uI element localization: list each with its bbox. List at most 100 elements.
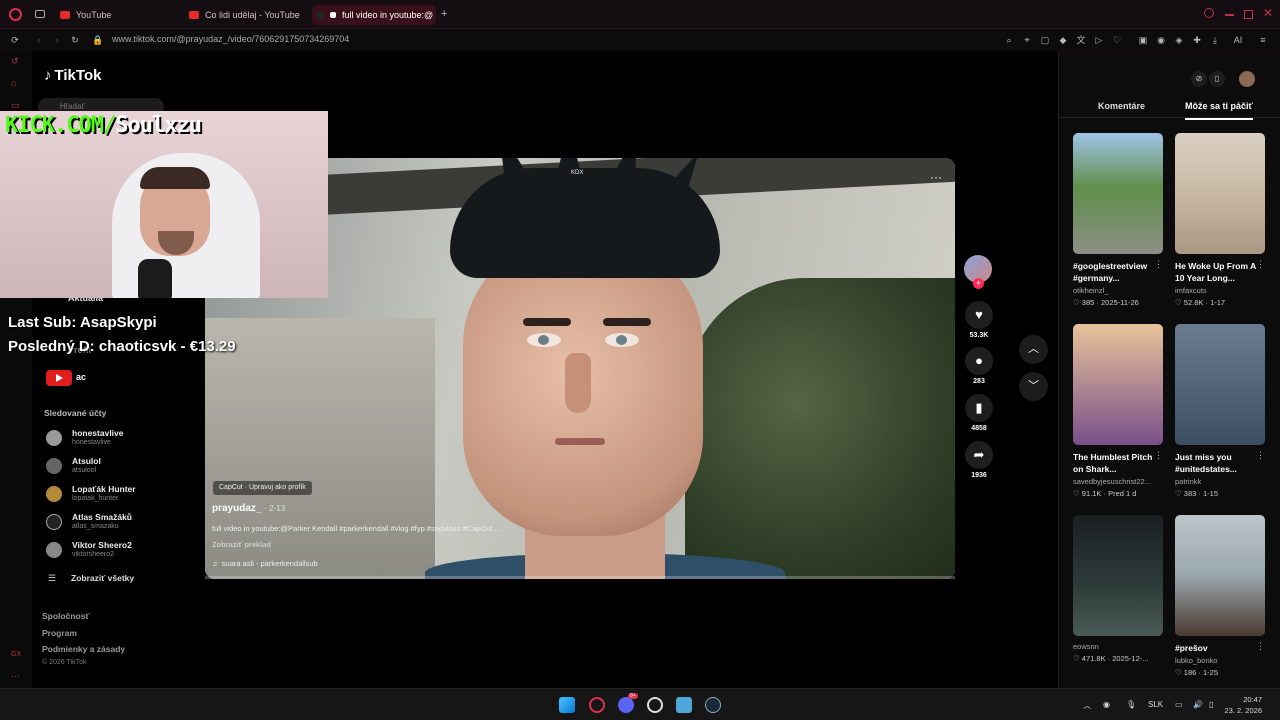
next-video-button[interactable]: ﹀ — [1019, 372, 1048, 401]
card-more-icon[interactable]: ⋮ — [1154, 450, 1163, 461]
tab-co-lidi-udelaj[interactable]: Co lidi udělaj - YouTube — [185, 5, 307, 25]
youtube-icon — [46, 370, 72, 386]
extension-icon[interactable]: ▣ — [1138, 35, 1148, 45]
ai-icon[interactable]: AI — [1228, 35, 1248, 45]
video-more-button[interactable]: ··· — [930, 170, 942, 184]
close-window-button[interactable]: ✕ — [1263, 6, 1273, 20]
right-panel: ⊘ ▯ Komentáre Môže sa ti páčiť #googlest… — [1058, 51, 1280, 688]
chrome-icon[interactable] — [647, 697, 663, 713]
show-all-button[interactable]: Zobraziť všetky — [71, 573, 134, 583]
capcut-badge[interactable]: CapCut · Upravuj ako profík — [213, 481, 312, 495]
zoom-icon[interactable]: ⌕ — [1004, 35, 1014, 45]
opera-gx-icon[interactable] — [589, 697, 605, 713]
sound-link[interactable]: ♫ suara asli - parkerkendallsub — [212, 559, 318, 568]
tab-youtube[interactable]: YouTube — [56, 5, 181, 25]
video-brow — [603, 318, 651, 326]
avatar — [46, 486, 62, 502]
music-note-icon: ♫ — [212, 559, 218, 568]
windows-taskbar: 9+ ︿ ◉ 🎙 SLK ▭ 🔊 ▯ 20:47 23. 2. 2026 — [0, 688, 1280, 720]
following-item[interactable]: Atsulol atsulool — [44, 456, 194, 478]
copyright: © 2026 TikTok — [42, 659, 87, 666]
forward-icon[interactable]: › — [52, 35, 62, 45]
share-button[interactable]: ➦ 1936 — [964, 441, 994, 479]
shield-icon[interactable]: ◆ — [1058, 35, 1068, 45]
tab-overview-icon[interactable] — [35, 10, 45, 18]
minimize-button[interactable] — [1225, 14, 1234, 16]
back-icon[interactable]: ‹ — [34, 35, 44, 45]
reload-icon[interactable]: ↻ — [70, 35, 80, 45]
profile-avatar[interactable] — [1239, 71, 1255, 87]
mic-icon[interactable]: 🎙 — [1126, 700, 1136, 709]
history-icon[interactable]: ↺ — [11, 56, 21, 66]
card-more-icon[interactable]: ⋮ — [1256, 450, 1265, 461]
heart-icon[interactable]: ♡ — [1112, 35, 1122, 45]
pin-icon[interactable]: ⌖ — [1022, 35, 1032, 45]
following-item[interactable]: Atlas Smažáků atlas_smazaku — [44, 512, 194, 534]
compass-icon[interactable]: ⊘ — [1191, 71, 1207, 87]
cube-icon[interactable]: ◈ — [1174, 35, 1184, 45]
search-tabs-icon[interactable] — [1204, 8, 1214, 18]
download-icon[interactable]: ⤓ — [1210, 35, 1220, 45]
language-indicator[interactable]: SLK — [1148, 700, 1163, 709]
windows-start-icon[interactable] — [559, 697, 575, 713]
lock-icon: 🔒 — [92, 35, 104, 45]
footer-link-terms[interactable]: Podmienky a zásady — [42, 644, 125, 654]
battery-icon[interactable]: ▯ — [1209, 700, 1213, 709]
last-sub-text: Last Sub: AsapSkypi — [8, 314, 157, 331]
video-mouth — [555, 438, 605, 445]
following-item[interactable]: Viktor Sheero2 viktorsheero2 — [44, 540, 194, 562]
tiktok-logo[interactable]: ♪ TikTok — [44, 67, 101, 84]
gx-icon[interactable]: GX — [11, 651, 21, 661]
translate-button[interactable]: Zobraziť preklad — [212, 540, 271, 549]
footer-link-company[interactable]: Spoločnosť — [42, 611, 90, 621]
save-button[interactable]: ▮ 4858 — [964, 394, 994, 432]
recommended-card[interactable]: #prešov lubko_bonko ♡ 186 · 1-25 ⋮ — [1175, 515, 1267, 677]
more-icon[interactable]: ··· — [11, 671, 21, 681]
notification-badge: 9+ — [628, 693, 638, 699]
card-more-icon[interactable]: ⋮ — [1154, 259, 1163, 270]
follow-plus-icon[interactable]: + — [973, 278, 984, 289]
play-icon[interactable]: ▷ — [1094, 35, 1104, 45]
audio-playing-icon[interactable] — [330, 12, 336, 18]
maximize-button[interactable] — [1244, 10, 1253, 19]
notepad-icon[interactable] — [676, 697, 692, 713]
tab-comments[interactable]: Komentáre — [1098, 101, 1145, 111]
messenger-icon[interactable]: ▭ — [11, 100, 21, 110]
clock[interactable]: 20:47 23. 2. 2026 — [1224, 694, 1262, 716]
device-icon[interactable]: ▯ — [1209, 71, 1225, 87]
footer-link-program[interactable]: Program — [42, 628, 77, 638]
following-item[interactable]: Lopaťák Hunter lopatak_hunter — [44, 484, 194, 506]
address-bar: ⟳ ‹ › ↻ 🔒 www.tiktok.com/@prayudaz_/vide… — [0, 29, 1280, 51]
video-progress-bar[interactable] — [205, 576, 955, 579]
recommended-card[interactable]: Just miss you #unitedstates... patrinkk ♡ … — [1175, 324, 1267, 498]
recommended-card[interactable]: #googlestreetview #germany... otikheinzl_… — [1073, 133, 1165, 307]
recommended-card[interactable]: The Humblest Pitch on Shark... savedbyjes… — [1073, 324, 1165, 498]
vpn-icon[interactable]: ◉ — [1156, 35, 1166, 45]
translate-icon[interactable]: 文 — [1076, 35, 1086, 45]
card-thumbnail — [1175, 133, 1265, 254]
new-tab-button[interactable]: + — [441, 8, 447, 20]
volume-icon[interactable]: 🔊 — [1193, 700, 1203, 709]
steam-icon[interactable] — [705, 697, 721, 713]
card-more-icon[interactable]: ⋮ — [1256, 259, 1265, 270]
tray-chevron-icon[interactable]: ︿ — [1083, 700, 1091, 711]
like-button[interactable]: ♥ 53.3K — [964, 301, 994, 339]
puzzle-icon[interactable]: ✚ — [1192, 35, 1202, 45]
previous-video-button[interactable]: ︿ — [1019, 335, 1048, 364]
recommended-card[interactable]: eowsnn ♡ 471.8K · 2025-12-... — [1073, 515, 1165, 663]
recommended-card[interactable]: He Woke Up From A 10 Year Long... imfaxcu… — [1175, 133, 1267, 307]
opera-logo-icon[interactable] — [9, 8, 22, 21]
sync-icon[interactable]: ⟳ — [10, 35, 20, 45]
discord-icon[interactable] — [618, 697, 634, 713]
url-field[interactable]: www.tiktok.com/@prayudaz_/video/76062917… — [112, 34, 349, 44]
discord-tray-icon[interactable]: ◉ — [1103, 700, 1110, 709]
menu-icon[interactable]: ≡ — [1258, 35, 1268, 45]
tab-tiktok-active[interactable]: full video in youtube:@ — [312, 5, 436, 25]
network-icon[interactable]: ▭ — [1175, 700, 1183, 709]
card-more-icon[interactable]: ⋮ — [1256, 641, 1265, 652]
video-author[interactable]: prayudaz_ · 2-13 — [212, 503, 285, 514]
comment-button[interactable]: ● 283 — [964, 347, 994, 385]
following-item[interactable]: honestavlive honestavlive — [44, 428, 194, 450]
snapshot-icon[interactable]: ▢ — [1040, 35, 1050, 45]
bag-icon[interactable]: ⌂ — [11, 78, 21, 88]
